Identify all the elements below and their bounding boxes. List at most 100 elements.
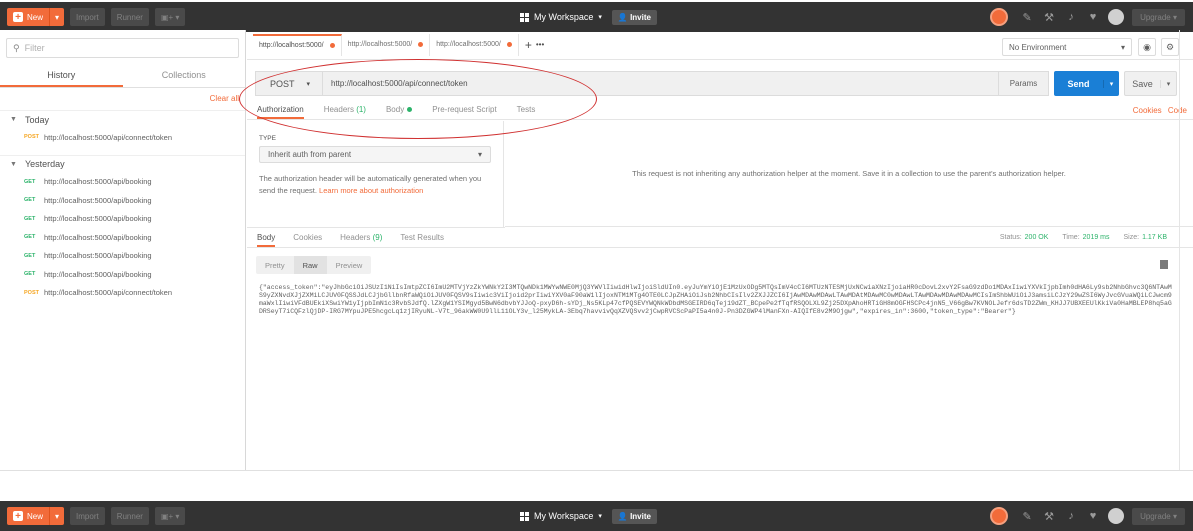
cookies-link[interactable]: Cookies — [1133, 106, 1162, 115]
auth-type-panel: TYPE Inherit auth from parent ▾ The auth… — [247, 121, 504, 227]
copy-icon[interactable] — [1160, 260, 1168, 269]
plus-icon: + — [13, 12, 23, 23]
history-item[interactable]: GET http://localhost:5000/api/booking — [0, 173, 245, 192]
learn-more-link[interactable]: Learn more about authorization — [319, 186, 423, 195]
workspace-selector[interactable]: My Workspace ▾ 👤 Invite — [520, 9, 657, 25]
view-mode-bar: Pretty Raw Preview — [256, 256, 372, 274]
save-button[interactable]: Save ▾ — [1124, 71, 1177, 96]
method-badge: POST — [24, 289, 39, 296]
chevron-down-icon[interactable]: ▾ — [49, 8, 64, 26]
chevron-down-icon[interactable]: ▾ — [1160, 79, 1176, 88]
filter-input[interactable]: ⚲ Filter — [6, 38, 239, 58]
window-plus-icon: ▣+ ▾ — [160, 511, 180, 521]
tab-prerequest-script[interactable]: Pre-request Script — [432, 105, 496, 114]
history-item[interactable]: GET http://localhost:5000/api/booking — [0, 191, 245, 210]
sync-icon[interactable] — [990, 507, 1009, 525]
clear-all-link[interactable]: Clear all — [0, 94, 245, 108]
new-window-button[interactable]: ▣+ ▾ — [154, 507, 186, 525]
chevron-down-icon[interactable]: ▾ — [49, 507, 64, 525]
history-group-yesterday[interactable]: ▼ Yesterday — [0, 154, 245, 173]
tab-test-results[interactable]: Test Results — [400, 233, 444, 242]
method-select[interactable]: POST ▾ — [255, 71, 323, 96]
view-pretty[interactable]: Pretty — [256, 256, 294, 274]
method-badge: GET — [24, 178, 36, 185]
tab-authorization[interactable]: Authorization — [257, 105, 304, 119]
tab-response-body[interactable]: Body — [257, 233, 276, 247]
sync-icon[interactable] — [990, 8, 1009, 26]
top-toolbar-duplicate: + New ▾ Import Runner ▣+ ▾ My Workspace … — [0, 501, 1193, 531]
environment-select[interactable]: No Environment ▾ — [1002, 38, 1132, 56]
history-group-today[interactable]: ▼ Today — [0, 110, 245, 128]
response-meta: Status: 200 OK Time: 2019 ms Size: 1.17 KB — [1000, 234, 1167, 241]
wrench-icon[interactable]: ⚒ — [1042, 10, 1056, 24]
size-label: Size: — [1123, 234, 1140, 241]
tab-response-cookies[interactable]: Cookies — [293, 233, 322, 242]
import-button[interactable]: Import — [70, 8, 105, 26]
time-value: 2019 ms — [1082, 234, 1110, 241]
bell-icon[interactable]: ♪ — [1064, 10, 1078, 24]
chevron-down-icon[interactable]: ▾ — [1103, 79, 1119, 88]
wrench-icon[interactable]: ⚒ — [1042, 509, 1056, 523]
request-tab[interactable]: http://localhost:5000/ — [342, 33, 431, 56]
grid-icon — [520, 12, 529, 22]
runner-button[interactable]: Runner — [110, 8, 149, 26]
invite-button[interactable]: 👤 Invite — [611, 508, 657, 524]
tab-headers[interactable]: Headers (1) — [324, 105, 366, 114]
upgrade-button[interactable]: Upgrade ▾ — [1132, 507, 1185, 525]
satellite-icon[interactable]: ✎ — [1020, 10, 1034, 24]
chevron-down-icon: ▾ — [1120, 42, 1125, 52]
top-toolbar: + New ▾ Import Runner ▣+ ▾ My Workspace … — [0, 2, 1193, 32]
gear-icon[interactable]: ⚙ — [1161, 38, 1179, 56]
history-item[interactable]: GET http://localhost:5000/api/booking — [0, 247, 245, 266]
chevron-down-icon: ▾ — [598, 14, 602, 21]
history-item[interactable]: GET http://localhost:5000/api/booking — [0, 265, 245, 284]
tab-history[interactable]: History — [0, 66, 123, 87]
request-tab[interactable]: http://localhost:5000/ — [253, 33, 342, 56]
send-button[interactable]: Send ▾ — [1054, 71, 1119, 96]
heart-icon[interactable]: ♥ — [1086, 509, 1100, 523]
new-button[interactable]: + New ▾ — [7, 8, 65, 26]
request-tab[interactable]: http://localhost:5000/ — [430, 33, 519, 56]
history-url: http://localhost:5000/api/booking — [44, 251, 152, 261]
new-tab-plus-icon[interactable]: + — [525, 38, 532, 52]
runner-label: Runner — [116, 511, 143, 521]
view-preview[interactable]: Preview — [327, 256, 372, 274]
auth-type-label: TYPE — [259, 135, 276, 142]
new-window-button[interactable]: ▣+ ▾ — [154, 8, 186, 26]
heart-icon[interactable]: ♥ — [1086, 10, 1100, 24]
history-item[interactable]: GET http://localhost:5000/api/booking — [0, 228, 245, 247]
method-badge: GET — [24, 215, 36, 222]
tab-body[interactable]: Body — [386, 105, 413, 114]
upgrade-button[interactable]: Upgrade ▾ — [1132, 8, 1185, 26]
scrollbar[interactable] — [1179, 30, 1192, 470]
group-label: Yesterday — [24, 159, 65, 169]
satellite-icon[interactable]: ✎ — [1020, 509, 1034, 523]
avatar[interactable] — [1108, 9, 1125, 25]
eye-icon[interactable]: ◉ — [1138, 38, 1156, 56]
tab-tests[interactable]: Tests — [517, 105, 536, 114]
view-raw[interactable]: Raw — [293, 256, 327, 274]
import-label: Import — [76, 511, 99, 521]
auth-help-text: The authorization header will be automat… — [259, 173, 491, 197]
more-icon[interactable]: ••• — [536, 40, 544, 49]
avatar[interactable] — [1108, 508, 1125, 524]
url-input[interactable]: http://localhost:5000/api/connect/token — [323, 71, 999, 96]
environment-label: No Environment — [1009, 42, 1067, 52]
method-badge: GET — [24, 197, 36, 204]
save-label: Save — [1132, 78, 1153, 89]
invite-button[interactable]: 👤 Invite — [611, 9, 657, 25]
params-button[interactable]: Params — [999, 71, 1049, 96]
history-item[interactable]: POST http://localhost:5000/api/connect/to… — [0, 284, 245, 303]
runner-button[interactable]: Runner — [110, 507, 149, 525]
auth-type-select[interactable]: Inherit auth from parent ▾ — [259, 146, 491, 163]
topbar-right: ✎ ⚒ ♪ ♥ Upgrade ▾ — [990, 507, 1185, 525]
history-item[interactable]: GET http://localhost:5000/api/booking — [0, 210, 245, 229]
bell-icon[interactable]: ♪ — [1064, 509, 1078, 523]
tab-response-headers[interactable]: Headers (9) — [340, 233, 382, 242]
history-item[interactable]: POST http://localhost:5000/api/connect/t… — [0, 128, 245, 147]
import-button[interactable]: Import — [70, 507, 105, 525]
method-badge: GET — [24, 271, 36, 278]
new-button[interactable]: + New ▾ — [7, 507, 65, 525]
tab-collections[interactable]: Collections — [123, 66, 246, 87]
workspace-selector[interactable]: My Workspace ▾ 👤 Invite — [520, 508, 657, 524]
